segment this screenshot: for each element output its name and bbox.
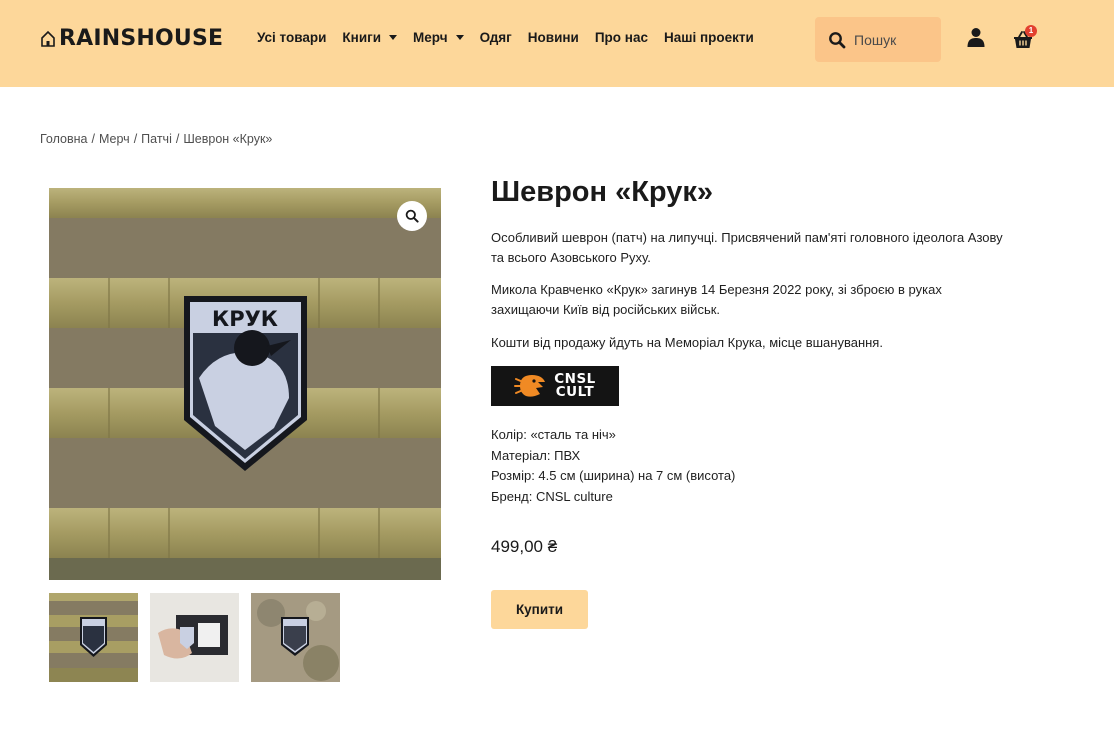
brand-logo: CNSL CULT [491, 366, 619, 406]
nav-item-label: Новини [527, 30, 579, 45]
breadcrumb-separator: / [91, 132, 95, 146]
breadcrumb: Головна / Мерч / Патчі / Шеврон «Крук» [40, 132, 272, 146]
breadcrumb-patches[interactable]: Патчі [141, 132, 172, 146]
nav-item-news[interactable]: Новини [528, 30, 579, 45]
search-input[interactable] [854, 31, 934, 48]
nav-item-clothing[interactable]: Одяг [480, 30, 512, 45]
zoom-button[interactable] [397, 201, 427, 231]
nav-item-about[interactable]: Про нас [595, 30, 648, 45]
nav-item-all-products[interactable]: Усі товари [257, 30, 326, 45]
product-thumbnail-3[interactable] [251, 593, 340, 682]
nav-item-label: Книги [342, 30, 382, 45]
breadcrumb-separator: / [175, 132, 180, 146]
nav-item-label: Про нас [594, 30, 648, 45]
spec-color: Колір: «сталь та ніч» [491, 427, 616, 442]
breadcrumb-home[interactable]: Головна [40, 132, 88, 146]
nav-item-label: Мерч [413, 30, 448, 45]
product-description: Кошти від продажу йдуть на Меморіал Крук… [491, 335, 883, 350]
product-main-image[interactable]: КРУК [49, 188, 441, 580]
nav-item-label: Наші проекти [663, 30, 754, 45]
spec-brand: Бренд: CNSL culture [491, 488, 613, 504]
breadcrumb-separator: / [133, 132, 138, 146]
product-price: 499,00 ₴ [491, 537, 558, 556]
product-description: Микола Кравченко «Крук» загинув 14 Берез… [491, 282, 942, 317]
cart-count-badge: 1 [1025, 25, 1037, 37]
nav-item-label: Усі товари [257, 30, 327, 45]
search-box[interactable] [815, 17, 941, 62]
search-icon[interactable] [828, 31, 846, 49]
product-thumbnail-2[interactable] [150, 593, 239, 682]
product-thumbnail-1[interactable] [49, 593, 138, 682]
thumbnail-image [251, 593, 340, 682]
product-description: Особливий шеврон (патч) на липучці. Прис… [491, 230, 1003, 265]
nav-item-books[interactable]: Книги [342, 30, 398, 45]
buy-button[interactable]: Купити [491, 590, 588, 629]
cart-button[interactable]: 1 [1013, 25, 1039, 51]
main-nav: Усі товари Книги Мерч Одяг Новини Про на… [257, 30, 770, 45]
patch-photo: КРУК [49, 188, 441, 580]
zoom-icon [405, 209, 419, 223]
product-title: Шеврон «Крук» [491, 176, 714, 208]
product-specs: Колір: «сталь та ніч» Матеріал: ПВХ Розм… [491, 425, 735, 507]
nav-item-label: Одяг [479, 30, 512, 45]
thumbnail-image [150, 593, 239, 682]
home-icon [41, 30, 55, 47]
site-logo[interactable]: RAINSHOUSE [40, 26, 223, 51]
breadcrumb-current: Шеврон «Крук» [183, 132, 273, 146]
chevron-down-icon[interactable] [455, 35, 464, 40]
chevron-down-icon[interactable] [389, 35, 398, 40]
brand-logo-line: CULT [555, 384, 595, 400]
patch-text: КРУК [212, 307, 278, 331]
spec-material: Матеріал: ПВХ [491, 447, 581, 463]
brand-logo-text: CNSL CULT [554, 372, 596, 400]
dragon-icon [514, 375, 546, 397]
spec-size: Розмір: 4.5 см (ширина) на 7 см (висота) [491, 468, 736, 483]
thumbnail-image [49, 593, 138, 682]
nav-item-projects[interactable]: Наші проекти [664, 30, 754, 45]
site-header: RAINSHOUSE Усі товари Книги Мерч Одяг Но… [0, 0, 1114, 87]
user-icon[interactable] [966, 27, 986, 47]
nav-item-merch[interactable]: Мерч [413, 30, 464, 45]
breadcrumb-merch[interactable]: Мерч [99, 132, 130, 146]
logo-text: RAINSHOUSE [59, 26, 224, 51]
